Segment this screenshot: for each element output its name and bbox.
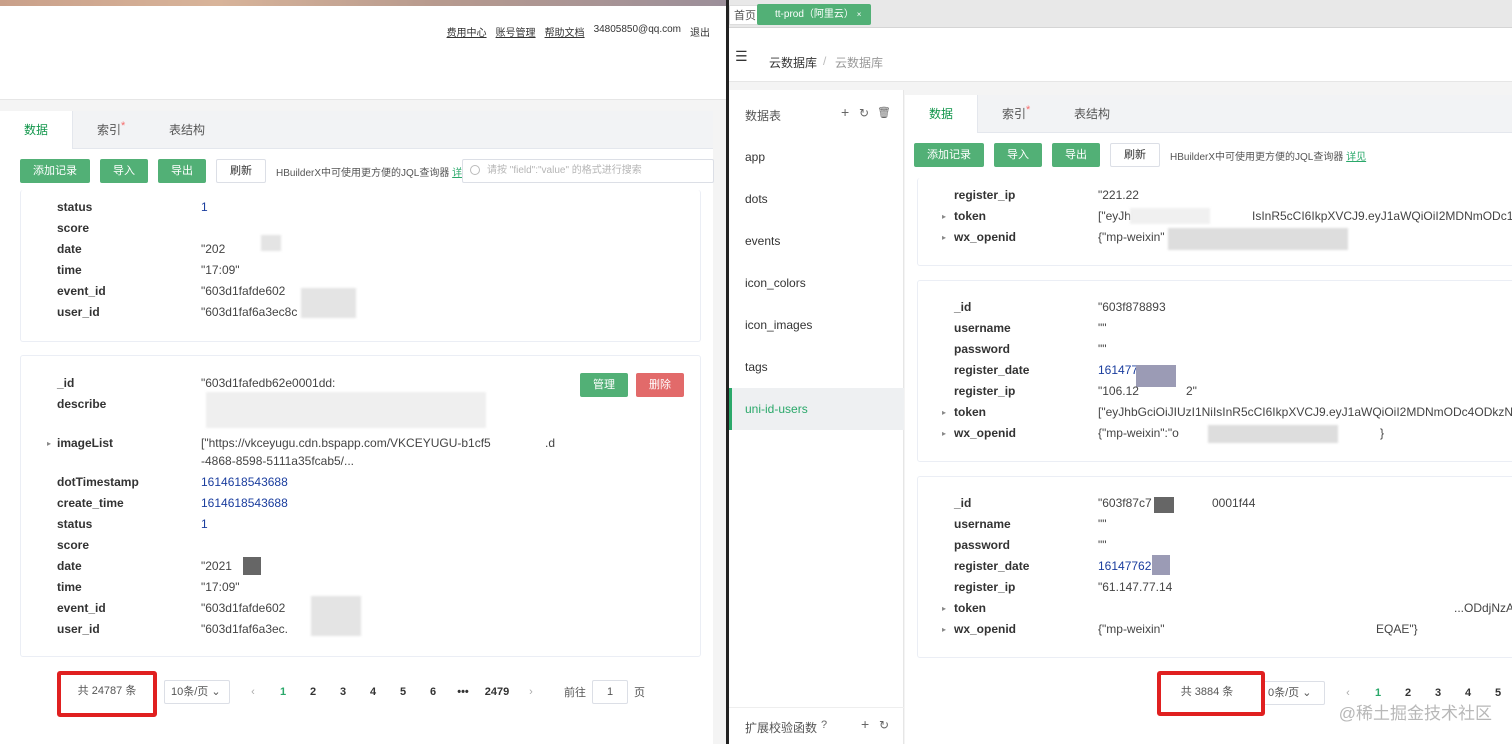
delete-icon[interactable]: 🗑	[877, 106, 891, 119]
right-header: ☰ 云数据库 / 云数据库	[729, 28, 1512, 82]
sidebar-item-dots[interactable]: dots	[729, 178, 904, 220]
left-tabs: 数据 索引 * 表结构	[0, 111, 713, 150]
expand-icon[interactable]: ▸	[942, 604, 946, 613]
top-links: 费用中心 账号管理 帮助文档 34805850@qq.com 退出	[447, 24, 710, 39]
page-2[interactable]: 2	[1393, 687, 1423, 699]
expand-icon[interactable]: ▸	[942, 429, 946, 438]
sidebar-item-icon-colors[interactable]: icon_colors	[729, 262, 904, 304]
page-2[interactable]: 2	[298, 686, 328, 698]
highlight-box	[57, 671, 157, 717]
right-window: 首页 tt-prod（阿里云） × ☰ 云数据库 / 云数据库 数据表 + ↻ …	[726, 0, 1512, 744]
watermark: @稀土掘金技术社区	[1338, 704, 1492, 723]
menu-icon[interactable]: ☰	[735, 48, 748, 65]
delete-button[interactable]: 删除	[636, 373, 684, 397]
page-5[interactable]: 5	[388, 686, 418, 698]
page-6[interactable]: 6	[418, 686, 448, 698]
refresh-button[interactable]: 刷新	[1110, 143, 1160, 167]
goto-label: 前往	[564, 687, 586, 699]
goto-input[interactable]: 1	[592, 680, 628, 704]
import-button[interactable]: 导入	[994, 143, 1042, 167]
next-page-icon[interactable]: ›	[516, 686, 546, 698]
refresh-button[interactable]: 刷新	[216, 159, 266, 183]
export-button[interactable]: 导出	[158, 159, 206, 183]
breadcrumb-2: 云数据库	[835, 56, 884, 70]
left-header: 费用中心 账号管理 帮助文档 34805850@qq.com 退出	[0, 6, 726, 100]
help-icon[interactable]: ?	[821, 719, 827, 731]
tab-schema[interactable]: 表结构	[145, 111, 229, 149]
page-unit-label: 页	[634, 687, 645, 699]
page-3[interactable]: 3	[328, 686, 358, 698]
refresh-icon[interactable]: ↻	[859, 106, 869, 120]
expand-icon[interactable]: ▸	[47, 439, 51, 448]
expand-icon[interactable]: ▸	[942, 408, 946, 417]
page-1[interactable]: 1	[1363, 687, 1393, 699]
sidebar-item-icon-images[interactable]: icon_images	[729, 304, 904, 346]
tab-strip: 首页 tt-prod（阿里云） ×	[729, 0, 1512, 28]
sidebar-item-app[interactable]: app	[729, 136, 904, 178]
left-window: 费用中心 账号管理 帮助文档 34805850@qq.com 退出 数据 索引 *…	[0, 0, 726, 744]
expand-icon[interactable]: ▸	[942, 625, 946, 634]
add-record-button[interactable]: 添加记录	[20, 159, 90, 183]
page-3[interactable]: 3	[1423, 687, 1453, 699]
tab-index[interactable]: 索引 *	[978, 95, 1050, 133]
export-button[interactable]: 导出	[1052, 143, 1100, 167]
page-1[interactable]: 1	[268, 686, 298, 698]
search-icon	[470, 165, 480, 175]
link-billing[interactable]: 费用中心	[447, 24, 487, 39]
tab-schema[interactable]: 表结构	[1050, 95, 1134, 133]
search-input[interactable]: 请按 "field":"value" 的格式进行搜索	[462, 159, 714, 183]
expand-icon[interactable]: ▸	[942, 233, 946, 242]
import-button[interactable]: 导入	[100, 159, 148, 183]
user-card-0: register_ip "221.22 ▸ token ["eyJhbGc IsInR…	[917, 178, 1512, 266]
jql-hint-link[interactable]: 详见	[1346, 152, 1366, 163]
right-tabs: 数据 索引 * 表结构	[905, 95, 1512, 134]
page-size-select[interactable]: 10条/页 ⌄	[164, 680, 230, 704]
expand-icon[interactable]: ▸	[942, 212, 946, 221]
jql-hint: HBuilderX中可使用更方便的JQL查询器 详见	[1170, 151, 1367, 163]
user-email: 34805850@qq.com	[593, 24, 681, 35]
user-card-1: _id "603f878893 username "" password "" reg…	[917, 280, 1512, 462]
prev-page-icon[interactable]: ‹	[238, 686, 268, 698]
page-ellipsis[interactable]: •••	[448, 686, 478, 698]
left-toolbar: 添加记录 导入 导出 刷新 HBuilderX中可使用更方便的JQL查询器 详见	[20, 159, 472, 183]
sidebar-item-tags[interactable]: tags	[729, 346, 904, 388]
close-icon[interactable]: ×	[857, 10, 862, 19]
prev-page-icon[interactable]: ‹	[1333, 687, 1363, 699]
add-table-icon[interactable]: +	[841, 104, 849, 120]
page-4[interactable]: 4	[1453, 687, 1483, 699]
page-4[interactable]: 4	[358, 686, 388, 698]
page-last[interactable]: 2479	[478, 686, 516, 698]
breadcrumb-1[interactable]: 云数据库	[769, 54, 817, 71]
manage-button[interactable]: 管理	[580, 373, 628, 397]
add-function-icon[interactable]: +	[861, 716, 869, 732]
page-size-select[interactable]: 0条/页 ⌄	[1261, 681, 1325, 705]
record-card-1: status 1 score date "202 time "17:09" event…	[20, 190, 701, 342]
tab-index[interactable]: 索引 *	[73, 111, 145, 149]
highlight-box	[1157, 671, 1265, 716]
link-account[interactable]: 账号管理	[496, 24, 536, 39]
jql-hint: HBuilderX中可使用更方便的JQL查询器 详见	[276, 164, 472, 179]
tables-sidebar: 数据表 + ↻ 🗑 app dots events icon_colors ic…	[729, 90, 904, 744]
record-card-2: 管理 删除 _id "603d1fafedb62e0001dd: describe…	[20, 355, 701, 657]
tab-env[interactable]: tt-prod（阿里云） ×	[757, 4, 872, 25]
sidebar-footer: 扩展校验函数 ? + ↻	[729, 707, 904, 744]
page-5[interactable]: 5	[1483, 687, 1512, 699]
link-help[interactable]: 帮助文档	[545, 24, 585, 39]
add-record-button[interactable]: 添加记录	[914, 143, 984, 167]
user-card-2: _id "603f87c7 0001f44 username "" password "…	[917, 476, 1512, 658]
sidebar-item-uni-id-users[interactable]: uni-id-users	[729, 388, 904, 430]
right-toolbar: 添加记录 导入 导出 刷新 HBuilderX中可使用更方便的JQL查询器 详见	[914, 143, 1366, 167]
sidebar-item-events[interactable]: events	[729, 220, 904, 262]
tab-data[interactable]: 数据	[0, 111, 74, 150]
link-logout[interactable]: 退出	[690, 24, 710, 39]
tab-data[interactable]: 数据	[905, 95, 979, 134]
sidebar-title: 数据表	[745, 109, 782, 123]
refresh-icon[interactable]: ↻	[879, 718, 889, 732]
